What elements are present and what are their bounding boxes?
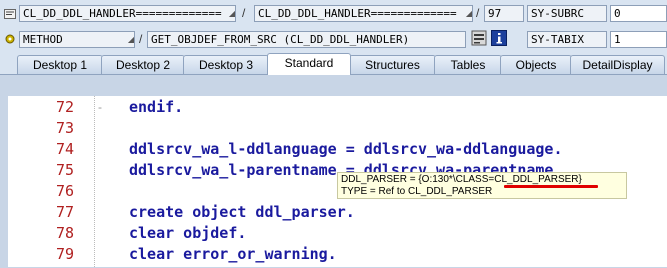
tab-objects[interactable]: Objects xyxy=(500,55,572,74)
tab-desktop-3[interactable]: Desktop 3 xyxy=(183,55,269,74)
program-icon xyxy=(4,6,16,19)
sysvar-value-field-2[interactable]: 1 xyxy=(610,31,667,48)
tab-desktop-2[interactable]: Desktop 2 xyxy=(101,55,185,74)
type-field-scroll-icon[interactable]: ◢ xyxy=(127,31,135,48)
program-field[interactable]: CL_DD_DDL_HANDLER============= xyxy=(19,5,236,22)
program-field-scroll-icon[interactable]: ◢ xyxy=(228,5,236,22)
annotation-underline xyxy=(504,185,598,188)
include-field-scroll-icon[interactable]: ◢ xyxy=(465,5,473,22)
line-number: 72 xyxy=(55,98,74,116)
sysvar-value-field-1[interactable]: 0 xyxy=(610,5,667,22)
tab-standard[interactable]: Standard xyxy=(267,53,351,75)
line-number: 73 xyxy=(55,119,74,137)
separator: / xyxy=(139,32,143,46)
tab-strip: Desktop 1 Desktop 2 Desktop 3 Standard S… xyxy=(0,53,667,75)
info-icon[interactable] xyxy=(491,30,507,46)
line-number: 76 xyxy=(55,182,74,200)
display-variant-icon[interactable] xyxy=(471,30,487,46)
include-field[interactable]: CL_DD_DDL_HANDLER============= xyxy=(254,5,473,22)
tab-tables[interactable]: Tables xyxy=(434,55,502,74)
code-line[interactable]: clear error_or_warning. xyxy=(129,245,337,263)
line-number: 75 xyxy=(55,161,74,179)
tab-desktop-1[interactable]: Desktop 1 xyxy=(17,55,103,74)
code-line[interactable]: clear objdef. xyxy=(129,224,246,242)
block-guide-line xyxy=(94,96,96,267)
line-number: 74 xyxy=(55,140,74,158)
separator: / xyxy=(242,6,246,20)
type-field[interactable]: METHOD xyxy=(19,31,135,48)
line-number: 78 xyxy=(55,224,74,242)
sysvar-name-field-2[interactable]: SY-TABIX xyxy=(527,31,607,48)
sysvar-name-field-1[interactable]: SY-SUBRC xyxy=(527,5,607,22)
method-icon xyxy=(4,32,16,44)
line-number: 79 xyxy=(55,245,74,263)
line-number: 77 xyxy=(55,203,74,221)
fold-marker[interactable]: - xyxy=(98,100,102,114)
tab-detaildisplay[interactable]: DetailDisplay xyxy=(570,55,665,74)
tab-structures[interactable]: Structures xyxy=(349,55,436,74)
code-line[interactable]: endif. xyxy=(129,98,183,116)
code-line[interactable]: create object ddl_parser. xyxy=(129,203,355,221)
method-field[interactable]: GET_OBJDEF_FROM_SRC (CL_DD_DDL_HANDLER) xyxy=(147,31,466,48)
separator: / xyxy=(476,6,480,20)
code-line[interactable]: ddlsrcv_wa_l-ddlanguage = ddlsrcv_wa-ddl… xyxy=(129,140,562,158)
line-number-field[interactable]: 97 xyxy=(484,5,524,22)
